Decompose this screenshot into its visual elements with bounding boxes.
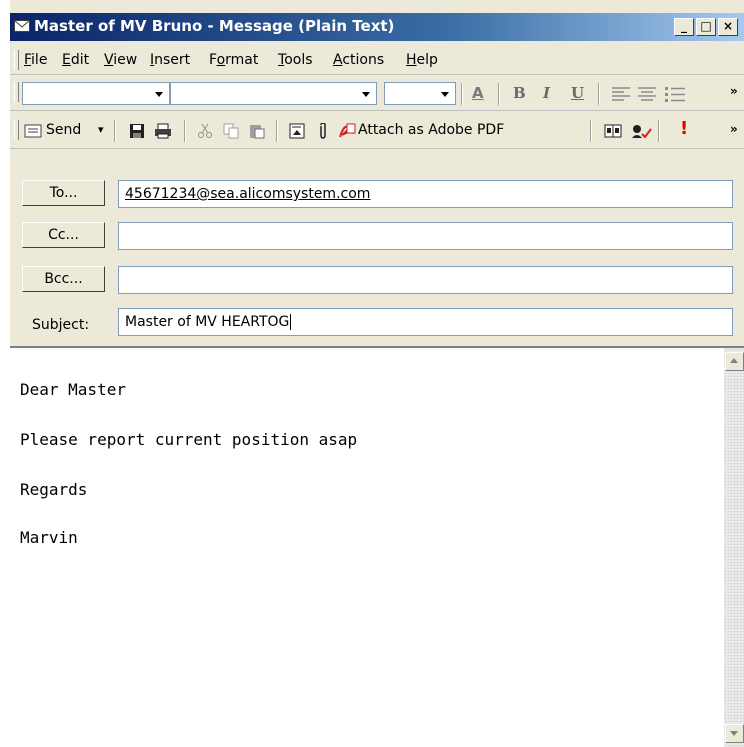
toolbar-separator xyxy=(598,83,600,105)
copy-icon[interactable] xyxy=(222,123,240,139)
menu-insert-label: nsert xyxy=(154,52,191,68)
message-window: Master of MV Bruno - Message (Plain Text… xyxy=(0,0,744,747)
to-button[interactable]: To... xyxy=(22,180,105,206)
bold-button[interactable]: B xyxy=(513,84,526,102)
paste-icon[interactable] xyxy=(248,123,266,139)
maximize-button[interactable]: □ xyxy=(696,18,716,36)
menu-edit-accel: E xyxy=(62,52,71,68)
toolbar-overflow-icon[interactable]: » xyxy=(730,122,738,136)
body-line: Dear Master xyxy=(20,380,126,399)
align-center-icon[interactable] xyxy=(638,87,656,101)
font-size-combo[interactable] xyxy=(384,82,456,105)
menu-format[interactable]: Format xyxy=(209,52,258,68)
italic-button[interactable]: I xyxy=(543,84,550,102)
left-margin xyxy=(0,0,10,747)
title-bar[interactable]: Master of MV Bruno - Message (Plain Text… xyxy=(10,13,744,41)
toolbar-separator xyxy=(461,83,463,105)
message-body[interactable]: Dear Master Please report current positi… xyxy=(10,346,744,747)
subject-field[interactable]: Master of MV HEARTOG xyxy=(118,308,733,336)
menu-format-prefix: F xyxy=(209,52,217,68)
chevron-down-icon xyxy=(441,92,449,97)
window-title: Master of MV Bruno - Message (Plain Text… xyxy=(34,17,395,35)
body-line: Marvin xyxy=(20,528,78,547)
cc-field[interactable] xyxy=(118,222,733,250)
menu-insert[interactable]: Insert xyxy=(150,52,190,68)
paperclip-icon[interactable] xyxy=(314,123,332,139)
vertical-scrollbar[interactable] xyxy=(724,348,744,747)
arrow-up-icon xyxy=(730,358,738,363)
align-left-icon[interactable] xyxy=(612,87,630,101)
chevron-down-icon xyxy=(155,92,163,97)
print-icon[interactable] xyxy=(154,123,172,139)
menu-format-accel: o xyxy=(216,52,226,68)
toolbar-separator xyxy=(114,120,116,142)
menu-bar: File Edit View Insert Format Tools Actio… xyxy=(10,46,744,75)
toolbar-separator xyxy=(658,120,660,142)
toolbar-separator xyxy=(498,83,500,105)
toolbar-separator xyxy=(184,120,186,142)
chevron-down-icon xyxy=(362,92,370,97)
formatting-toolbar: A B I U » xyxy=(10,78,744,111)
font-color-button[interactable]: A xyxy=(472,84,484,102)
body-line: Regards xyxy=(20,480,88,499)
menu-help[interactable]: Help xyxy=(406,52,438,68)
address-book-icon[interactable] xyxy=(604,123,622,139)
to-field[interactable]: 45671234@sea.alicomsystem.com xyxy=(118,180,733,208)
style-combo[interactable] xyxy=(22,82,170,105)
body-line: Please report current position asap xyxy=(20,430,358,449)
menu-help-label: elp xyxy=(416,52,438,68)
menu-file[interactable]: File xyxy=(24,52,47,68)
cut-icon[interactable] xyxy=(196,123,214,139)
subject-label: Subject: xyxy=(32,317,90,333)
scroll-up-button[interactable] xyxy=(725,352,744,371)
send-icon xyxy=(24,124,42,138)
attach-as-pdf-button[interactable]: Attach as Adobe PDF xyxy=(358,122,504,142)
menu-format-label: rmat xyxy=(225,52,259,68)
menu-tools[interactable]: Tools xyxy=(278,52,313,68)
menu-actions-label: ctions xyxy=(342,52,385,68)
bullets-icon[interactable] xyxy=(665,86,685,102)
toolbar-overflow-icon[interactable]: » xyxy=(730,84,738,98)
toolbar-grip[interactable] xyxy=(14,120,19,140)
standard-toolbar: Send ▾ Attach as Adobe PDF ! » xyxy=(10,114,744,149)
toolbar-separator xyxy=(590,120,592,142)
font-combo[interactable] xyxy=(170,82,377,105)
toolbar-grip[interactable] xyxy=(14,82,19,102)
menu-file-label: ile xyxy=(31,52,48,68)
send-dropdown[interactable]: ▾ xyxy=(98,123,104,143)
arrow-down-icon xyxy=(730,731,738,736)
toolbar-separator xyxy=(276,120,278,142)
attach-pdf-label: Attach as Adobe PDF xyxy=(358,122,505,138)
importance-high-icon[interactable]: ! xyxy=(680,118,688,139)
menu-edit[interactable]: Edit xyxy=(62,52,89,68)
toolbar-grip[interactable] xyxy=(14,50,19,70)
menu-help-accel: H xyxy=(406,52,417,68)
menu-actions[interactable]: Actions xyxy=(333,52,384,68)
menu-actions-accel: A xyxy=(333,52,343,68)
cc-button[interactable]: Cc... xyxy=(22,222,105,248)
menu-view-label: iew xyxy=(113,52,138,68)
menu-edit-label: dit xyxy=(70,52,90,68)
text-cursor xyxy=(290,314,292,330)
menu-view-accel: V xyxy=(104,52,114,68)
send-label: Send xyxy=(46,122,82,138)
menu-file-accel: F xyxy=(24,52,32,68)
scroll-down-button[interactable] xyxy=(725,724,744,743)
menu-tools-label: ools xyxy=(284,52,313,68)
message-header: To... 45671234@sea.alicomsystem.com Cc..… xyxy=(10,150,744,346)
bcc-field[interactable] xyxy=(118,266,733,294)
bcc-button[interactable]: Bcc... xyxy=(22,266,105,292)
minimize-button[interactable]: _ xyxy=(674,18,694,36)
underline-button[interactable]: U xyxy=(571,84,584,102)
close-button[interactable]: × xyxy=(718,18,738,36)
spelling-check-icon[interactable] xyxy=(630,123,652,139)
subject-value: Master of MV HEARTOG xyxy=(125,314,290,330)
check-names-icon[interactable] xyxy=(288,123,306,139)
pdf-icon xyxy=(339,123,356,138)
save-icon[interactable] xyxy=(128,123,146,139)
envelope-icon xyxy=(14,20,30,32)
menu-view[interactable]: View xyxy=(104,52,137,68)
send-button[interactable]: Send xyxy=(46,122,81,142)
